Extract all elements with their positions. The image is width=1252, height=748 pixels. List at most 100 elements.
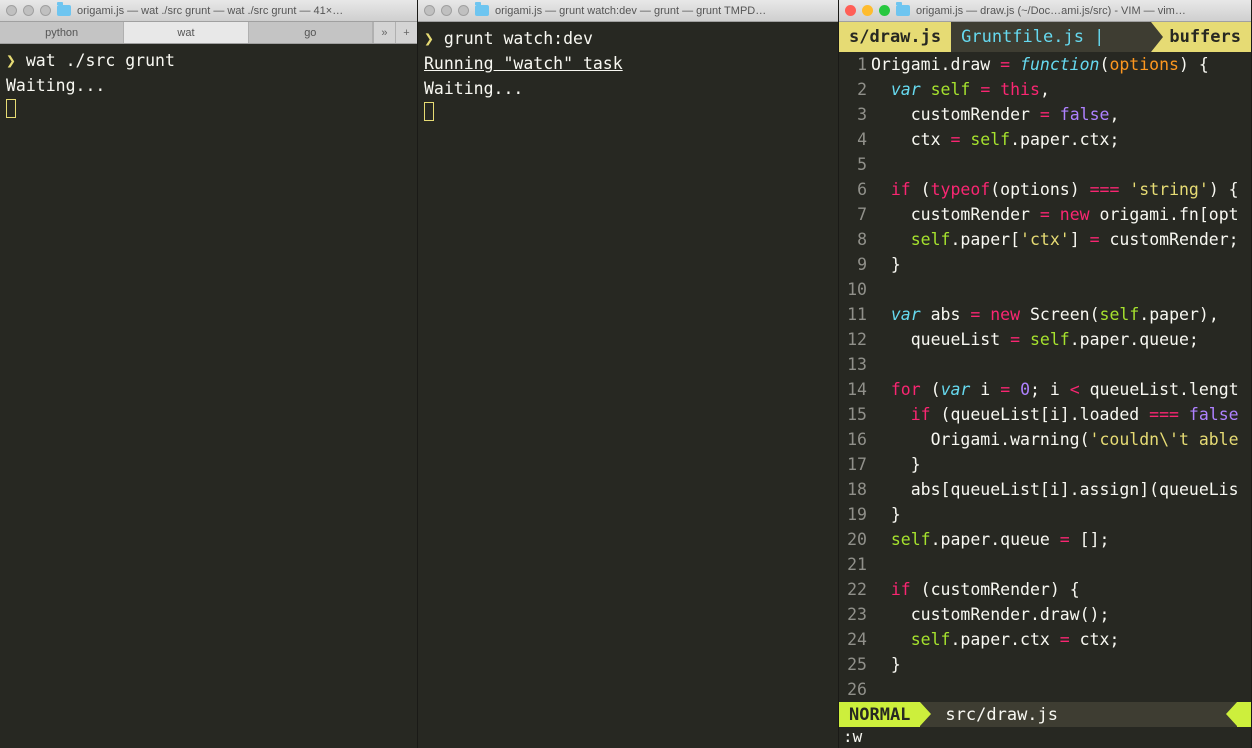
code-line[interactable]: abs[queueList[i].assign](queueLis [871,477,1251,502]
code-line[interactable]: self.paper['ctx'] = customRender; [871,227,1251,252]
window-controls [424,5,469,16]
command-text: wat ./src grunt [26,51,175,70]
vim-status-tail [1237,702,1251,727]
line-number: 26 [839,677,867,702]
code-line[interactable]: var self = this, [871,77,1251,102]
line-number: 9 [839,252,867,277]
code-line[interactable]: customRender = new origami.fn[opt [871,202,1251,227]
window-title: origami.js — grunt watch:dev — grunt — g… [495,5,832,17]
terminal-content[interactable]: ❯ grunt watch:dev Running "watch" task W… [418,22,838,748]
window-controls [845,5,890,16]
code-content[interactable]: Origami.draw = function(options) { var s… [871,52,1251,702]
code-line[interactable]: ctx = self.paper.ctx; [871,127,1251,152]
code-line[interactable]: } [871,252,1251,277]
code-line[interactable]: self.paper.ctx = ctx; [871,627,1251,652]
terminal-content[interactable]: ❯ wat ./src grunt Waiting... [0,44,417,748]
line-number: 6 [839,177,867,202]
output-running: Running "watch" task [424,51,832,76]
code-line[interactable] [871,552,1251,577]
terminal-cursor [6,99,16,118]
line-number: 23 [839,602,867,627]
code-line[interactable]: } [871,502,1251,527]
code-line[interactable]: if (customRender) { [871,577,1251,602]
tab-python[interactable]: python [0,22,124,43]
line-number: 17 [839,452,867,477]
code-editor[interactable]: 1234567891011121314151617181920212223242… [839,52,1251,702]
line-number: 22 [839,577,867,602]
line-number: 10 [839,277,867,302]
close-icon[interactable] [6,5,17,16]
code-line[interactable] [871,677,1251,702]
minimize-icon[interactable] [441,5,452,16]
vim-mode-indicator: NORMAL [839,702,920,727]
vim-command-line[interactable]: :w [839,727,1251,748]
code-line[interactable]: customRender = false, [871,102,1251,127]
folder-icon [57,5,71,16]
line-number: 1 [839,52,867,77]
line-number: 8 [839,227,867,252]
line-number: 18 [839,477,867,502]
window-title: origami.js — draw.js (~/Doc…ami.js/src) … [916,5,1245,17]
window-title: origami.js — wat ./src grunt — wat ./src… [77,5,411,17]
vim-buffer-line: s/draw.js Gruntfile.js | buffers [839,22,1251,52]
code-line[interactable]: self.paper.queue = []; [871,527,1251,552]
command-text: grunt watch:dev [444,29,593,48]
code-line[interactable]: if (typeof(options) === 'string') { [871,177,1251,202]
code-line[interactable]: Origami.warning('couldn\'t able [871,427,1251,452]
vim-status-file: src/draw.js [920,702,1237,727]
line-number: 7 [839,202,867,227]
folder-icon [896,5,910,16]
minimize-icon[interactable] [862,5,873,16]
vim-tab-spacer [1114,22,1151,52]
code-line[interactable]: var abs = new Screen(self.paper), [871,302,1251,327]
line-number: 3 [839,102,867,127]
code-line[interactable] [871,277,1251,302]
line-number: 12 [839,327,867,352]
line-number: 19 [839,502,867,527]
code-line[interactable] [871,152,1251,177]
vim-window: origami.js — draw.js (~/Doc…ami.js/src) … [839,0,1252,748]
line-number-gutter: 1234567891011121314151617181920212223242… [839,52,871,702]
output-line: Waiting... [6,73,411,98]
code-line[interactable]: if (queueList[i].loaded === false [871,402,1251,427]
line-number: 20 [839,527,867,552]
vim-buffer-inactive[interactable]: Gruntfile.js | [951,22,1114,52]
line-number: 4 [839,127,867,152]
code-line[interactable]: Origami.draw = function(options) { [871,52,1251,77]
titlebar-right[interactable]: origami.js — draw.js (~/Doc…ami.js/src) … [839,0,1251,22]
line-number: 14 [839,377,867,402]
line-number: 16 [839,427,867,452]
titlebar-left[interactable]: origami.js — wat ./src grunt — wat ./src… [0,0,417,22]
tab-go[interactable]: go [249,22,373,43]
code-line[interactable]: for (var i = 0; i < queueList.lengt [871,377,1251,402]
terminal-cursor [424,102,434,121]
code-line[interactable]: } [871,652,1251,677]
code-line[interactable]: customRender.draw(); [871,602,1251,627]
line-number: 13 [839,352,867,377]
close-icon[interactable] [424,5,435,16]
tab-overflow-button[interactable]: » [373,22,395,43]
line-number: 25 [839,652,867,677]
new-tab-button[interactable]: + [395,22,417,43]
output-waiting: Waiting... [424,76,832,101]
window-controls [6,5,51,16]
zoom-icon[interactable] [879,5,890,16]
titlebar-middle[interactable]: origami.js — grunt watch:dev — grunt — g… [418,0,838,22]
zoom-icon[interactable] [458,5,469,16]
prompt-symbol: ❯ [424,29,434,48]
vim-buffers-label[interactable]: buffers [1151,22,1251,52]
code-line[interactable]: queueList = self.paper.queue; [871,327,1251,352]
code-line[interactable]: } [871,452,1251,477]
vim-buffer-active[interactable]: s/draw.js [839,22,951,52]
vim-statusline: NORMAL src/draw.js [839,702,1251,727]
code-line[interactable] [871,352,1251,377]
tab-wat[interactable]: wat [124,22,248,43]
line-number: 2 [839,77,867,102]
zoom-icon[interactable] [40,5,51,16]
close-icon[interactable] [845,5,856,16]
tab-bar: python wat go » + [0,22,417,44]
terminal-window-left: origami.js — wat ./src grunt — wat ./src… [0,0,418,748]
minimize-icon[interactable] [23,5,34,16]
folder-icon [475,5,489,16]
line-number: 15 [839,402,867,427]
